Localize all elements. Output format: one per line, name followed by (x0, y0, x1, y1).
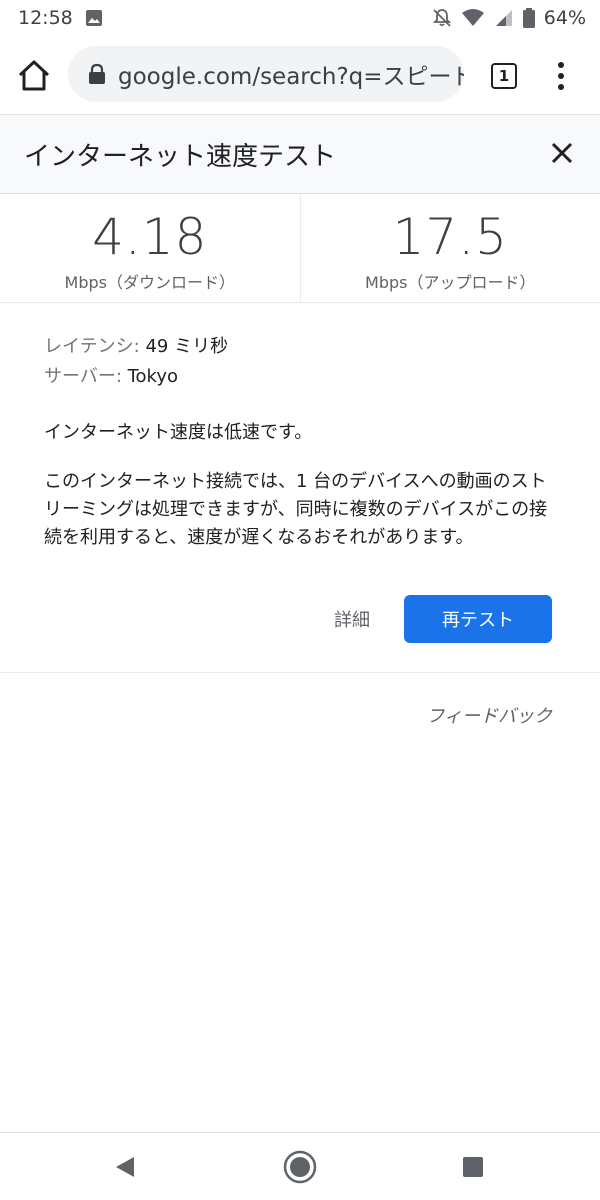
lock-icon (89, 63, 105, 84)
server-value: Tokyo (121, 366, 179, 387)
details-link[interactable]: 詳細 (334, 606, 370, 632)
latency-value: 49 ミリ秒 (139, 336, 229, 357)
server-line: サーバー: Tokyo (44, 362, 564, 392)
system-nav-bar (0, 1132, 600, 1200)
speed-description: このインターネット接続では、1 台のデバイスへの動画のストリーミングは処理できま… (44, 471, 548, 548)
feedback-link[interactable]: フィードバック (426, 702, 552, 728)
image-notification-icon (85, 10, 102, 26)
wifi-icon (461, 9, 484, 26)
download-speed-unit: Mbps（ダウンロード） (64, 273, 235, 292)
status-time: 12:58 (18, 7, 73, 29)
tab-switcher-button[interactable]: 1 (491, 63, 517, 89)
tab-count-label: 1 (498, 67, 510, 85)
browser-toolbar: google.com/search?q=スピード 1 (0, 36, 600, 114)
back-icon[interactable] (114, 1155, 136, 1179)
more-options-icon[interactable] (556, 60, 566, 92)
notifications-off-icon (432, 9, 451, 27)
home-icon[interactable] (14, 56, 54, 96)
panel-title: インターネット速度テスト (24, 141, 337, 172)
latency-label: レイテンシ: (44, 336, 140, 357)
action-row: 詳細 再テスト (334, 595, 552, 643)
test-details: レイテンシ: 49 ミリ秒 サーバー: Tokyo インターネット速度は低速です… (44, 332, 564, 552)
recents-icon[interactable] (463, 1157, 483, 1177)
url-bar[interactable]: google.com/search?q=スピード (68, 46, 464, 102)
cell-signal-icon (495, 10, 512, 26)
status-bar: 12:58 64% (0, 0, 600, 36)
url-text: google.com/search?q=スピード (118, 64, 464, 90)
close-icon[interactable] (550, 141, 574, 165)
latency-line: レイテンシ: 49 ミリ秒 (44, 332, 564, 362)
download-result: 4.18 Mbps（ダウンロード） (0, 195, 300, 302)
home-nav-icon[interactable] (283, 1150, 317, 1184)
speed-test-header: インターネット速度テスト (0, 114, 600, 194)
upload-speed-value: 17.5 (392, 208, 508, 266)
retest-button[interactable]: 再テスト (404, 595, 552, 643)
server-label: サーバー: (44, 366, 122, 387)
download-speed-value: 4.18 (92, 208, 208, 266)
speed-results: 4.18 Mbps（ダウンロード） 17.5 Mbps（アップロード） (0, 195, 600, 303)
upload-speed-unit: Mbps（アップロード） (365, 273, 536, 292)
speed-status-message: インターネット速度は低速です。 (44, 422, 313, 443)
battery-level: 64% (543, 7, 586, 29)
upload-result: 17.5 Mbps（アップロード） (299, 195, 600, 302)
battery-icon (522, 8, 535, 28)
divider (0, 672, 600, 673)
